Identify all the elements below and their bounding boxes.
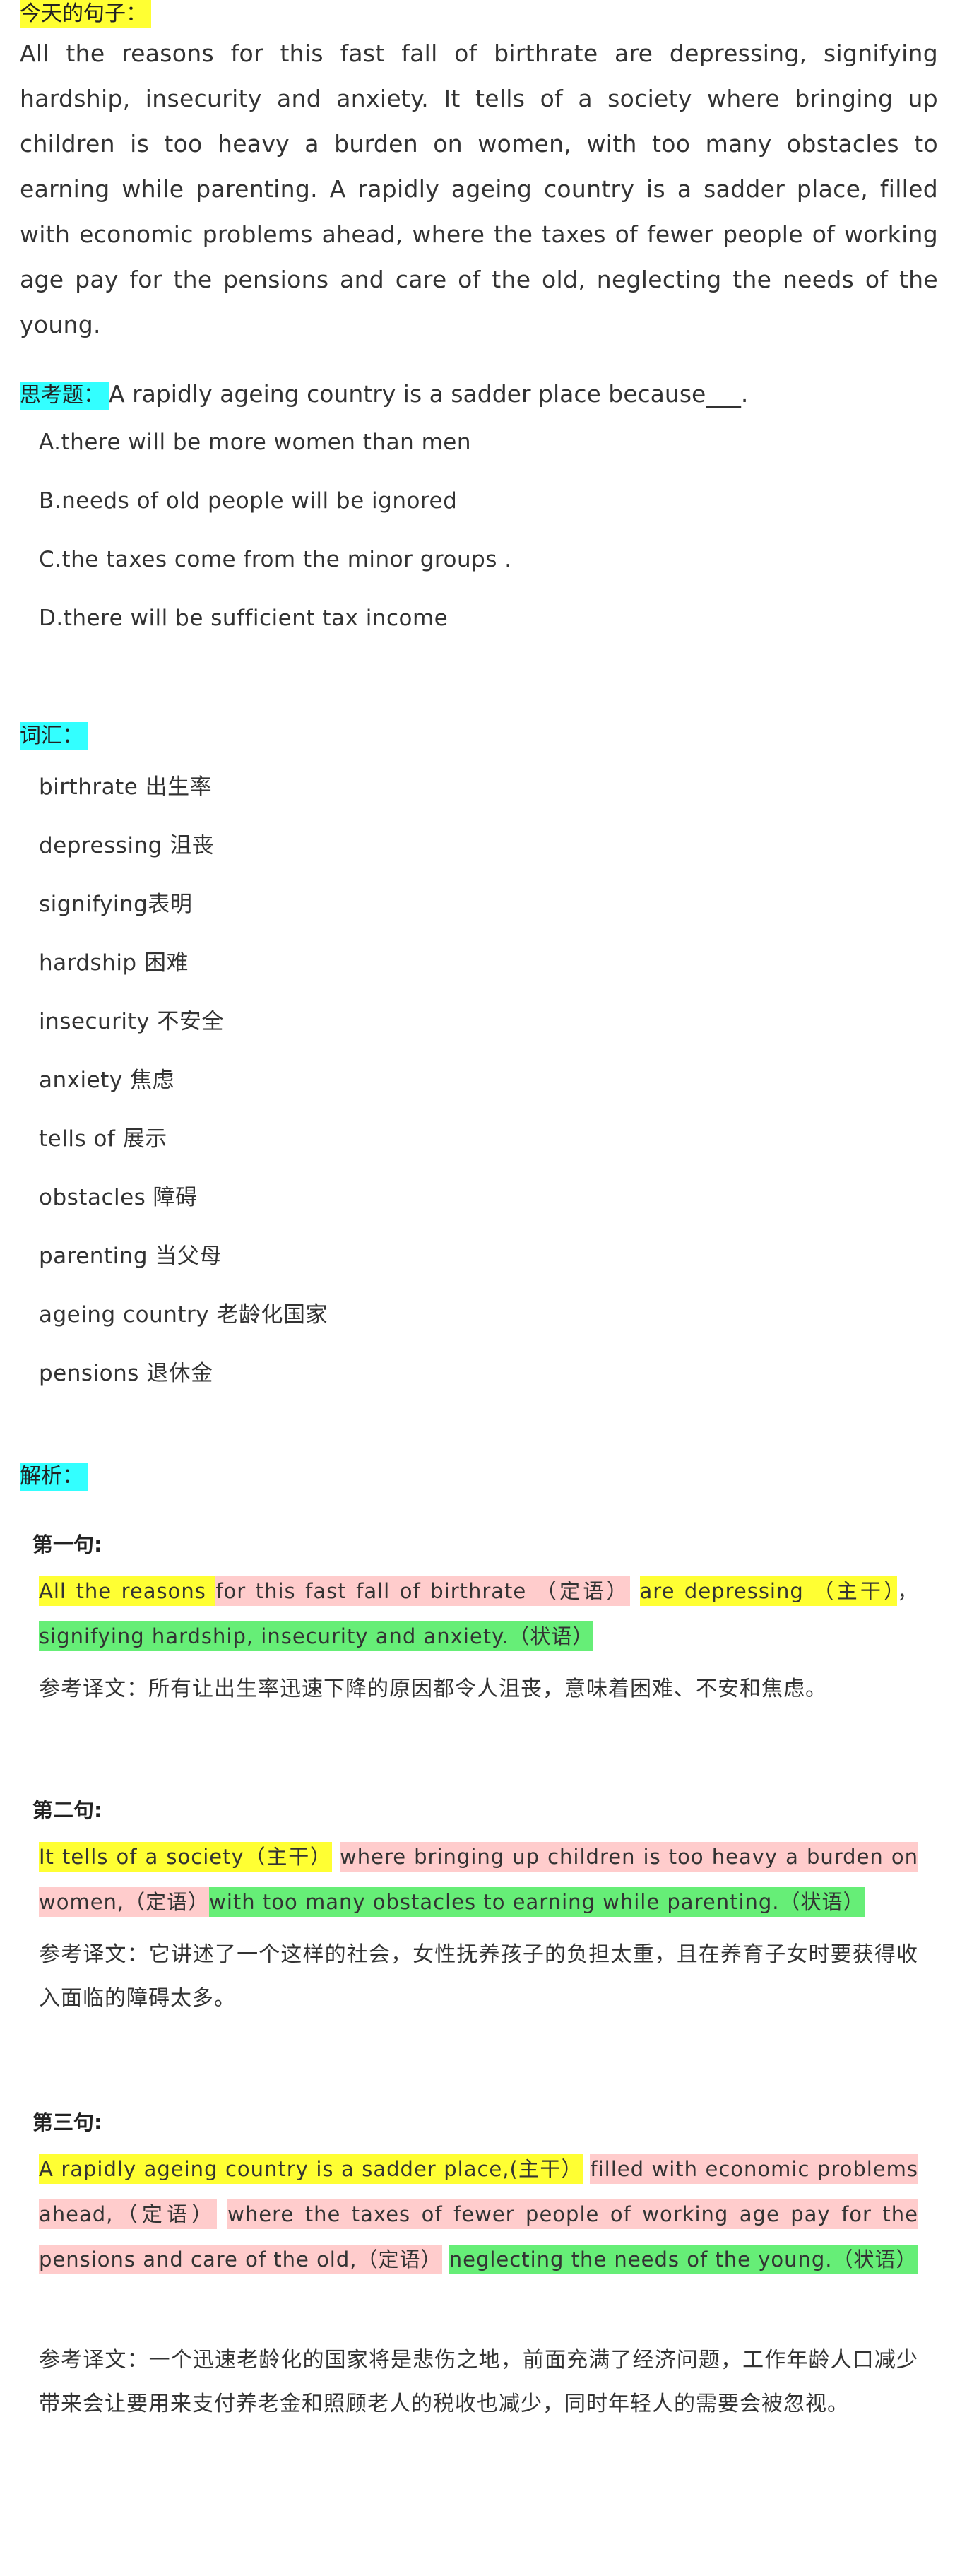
- s1-adverbial: signifying hardship, insecurity and anxi…: [39, 1621, 594, 1651]
- article-page: 今天的句子： All the reasons for this fast fal…: [0, 0, 967, 2576]
- vocab-item: hardship 困难: [39, 950, 189, 976]
- option-b: B.needs of old people will be ignored: [39, 488, 458, 514]
- vocab-item: insecurity 不安全: [39, 1009, 224, 1034]
- s1-subject: All the reasons: [39, 1576, 216, 1606]
- vocab-label: 词汇：: [20, 722, 88, 750]
- vocab-item: parenting 当父母: [39, 1243, 222, 1269]
- analysis-label: 解析：: [20, 1463, 88, 1491]
- s1-comma: ，: [897, 1579, 919, 1603]
- sentence-2-title: 第二句:: [32, 1798, 102, 1822]
- today-sentence: All the reasons for this fast fall of bi…: [20, 40, 938, 338]
- question-label: 思考题：: [20, 382, 109, 410]
- vocab-item: ageing country 老龄化国家: [39, 1302, 328, 1328]
- sentence-2-analysis: It tells of a society（主干） where bringing…: [39, 1834, 918, 1925]
- option-a: A.there will be more women than men: [39, 430, 471, 455]
- sentence-3-translation: 参考译文：一个迅速老龄化的国家将是悲伤之地，前面充满了经济问题，工作年龄人口减少…: [39, 2348, 918, 2416]
- sentence-3-analysis: A rapidly ageing country is a sadder pla…: [39, 2146, 919, 2282]
- question-line: 思考题： A rapidly ageing country is a sadder…: [20, 377, 938, 411]
- question-stem: A rapidly ageing country is a sadder pla…: [109, 380, 749, 408]
- option-c: C.the taxes come from the minor groups .: [39, 547, 512, 572]
- analysis-label-wrap: 解析：: [20, 1463, 88, 1491]
- s1-main: are depressing （主干）: [639, 1576, 897, 1606]
- vocab-item: tells of 展示: [39, 1126, 167, 1152]
- s3-main: A rapidly ageing country is a sadder pla…: [39, 2154, 583, 2184]
- question-block: 思考题： A rapidly ageing country is a sadder…: [20, 377, 938, 411]
- sentence-1-title: 第一句:: [32, 1532, 102, 1556]
- sentence-1-translation: 参考译文：所有让出生率迅速下降的原因都令人沮丧，意味着困难、不安和焦虑。: [39, 1677, 827, 1701]
- s2-adverbial: with too many obstacles to earning while…: [209, 1887, 865, 1917]
- vocab-item: obstacles 障碍: [39, 1185, 198, 1210]
- s2-main: It tells of a society（主干）: [39, 1842, 332, 1872]
- vocab-item: pensions 退休金: [39, 1361, 213, 1386]
- s1-attributive: for this fast fall of birthrate （定语）: [215, 1576, 630, 1606]
- vocab-item: signifying表明: [39, 892, 193, 917]
- today-label-wrap: 今天的句子：: [20, 0, 151, 28]
- option-d: D.there will be sufficient tax income: [39, 605, 449, 631]
- vocab-item: depressing 沮丧: [39, 833, 215, 858]
- vocab-label-wrap: 词汇：: [20, 722, 88, 750]
- vocab-item: anxiety 焦虑: [39, 1068, 175, 1093]
- vocab-item: birthrate 出生率: [39, 774, 213, 800]
- today-label: 今天的句子：: [20, 0, 151, 28]
- sentence-1-analysis: All the reasons for this fast fall of bi…: [39, 1568, 918, 1659]
- sentence-3-title: 第三句:: [32, 2110, 102, 2134]
- s3-adverbial: neglecting the needs of the young.（状语）: [449, 2245, 918, 2274]
- sentence-2-translation: 参考译文：它讲述了一个这样的社会，女性抚养孩子的负担太重，且在养育子女时要获得收…: [39, 1942, 918, 2011]
